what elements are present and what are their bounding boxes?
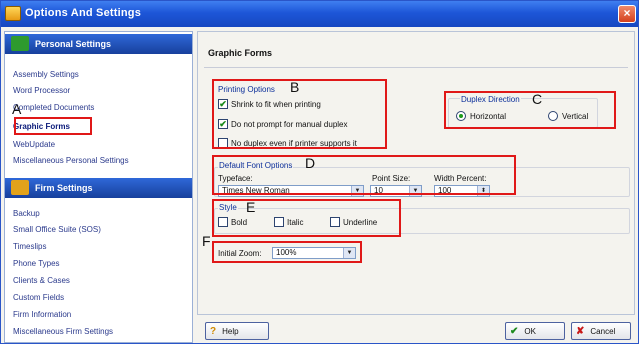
nav-item-custom-fields[interactable]: Custom Fields [13,293,64,302]
nav-item-firm-information[interactable]: Firm Information [13,310,71,319]
firm-settings-header[interactable]: Firm Settings [5,178,192,198]
options-window: Options And Settings × Personal Settings… [0,0,639,344]
annotation-box-printing-options [212,79,387,149]
ok-button[interactable]: ✔ OK [505,322,565,340]
nav-item-word-processor[interactable]: Word Processor [13,86,70,95]
cancel-button-label: Cancel [590,326,616,336]
callout-a: A [12,101,22,117]
callout-c: C [532,91,543,107]
nav-item-small-office-suite[interactable]: Small Office Suite (SOS) [13,225,101,234]
nav-item-timeslips[interactable]: Timeslips [13,242,46,251]
firm-settings-header-label: Firm Settings [35,183,93,193]
title-divider [204,67,628,68]
personal-settings-icon [11,36,29,51]
callout-d: D [305,155,316,171]
nav-item-misc-personal-settings[interactable]: Miscellaneous Personal Settings [13,156,129,165]
settings-nav: Personal Settings Assembly Settings Word… [4,31,193,343]
button-bar: ? Help ✔ OK ✘ Cancel [197,319,635,343]
nav-item-assembly-settings[interactable]: Assembly Settings [13,70,79,79]
annotation-box-style [212,199,401,237]
cancel-button[interactable]: ✘ Cancel [571,322,631,340]
firm-settings-icon [11,180,29,195]
help-icon: ? [210,325,217,337]
cancel-x-icon: ✘ [576,325,585,337]
callout-f: F [202,233,211,249]
help-button[interactable]: ? Help [205,322,269,340]
annotation-box-font-options [212,155,516,195]
title-bar: Options And Settings × [1,1,638,27]
window-title: Options And Settings [25,7,142,19]
annotation-box-graphic-forms [14,117,92,135]
nav-item-clients-cases[interactable]: Clients & Cases [13,276,70,285]
nav-item-misc-firm-settings[interactable]: Miscellaneous Firm Settings [13,327,113,336]
nav-item-phone-types[interactable]: Phone Types [13,259,60,268]
callout-b: B [290,79,300,95]
nav-item-completed-documents[interactable]: Completed Documents [13,103,94,112]
ok-check-icon: ✔ [510,325,519,337]
close-button[interactable]: × [618,5,636,23]
personal-settings-header-label: Personal Settings [35,39,112,49]
nav-item-backup[interactable]: Backup [13,209,40,218]
personal-settings-header[interactable]: Personal Settings [5,34,192,54]
callout-e: E [246,199,256,215]
annotation-box-duplex-direction [444,91,616,129]
annotation-box-initial-zoom [212,241,362,263]
app-icon [5,6,21,21]
ok-button-label: OK [524,326,536,336]
help-button-label: Help [222,326,239,336]
nav-item-webupdate[interactable]: WebUpdate [13,140,55,149]
page-title: Graphic Forms [208,48,273,58]
